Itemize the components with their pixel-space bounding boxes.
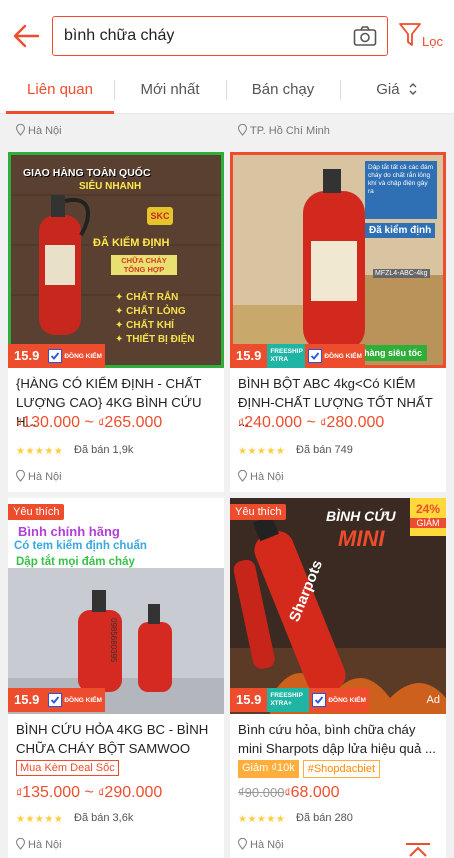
search-query: bình chữa cháy: [64, 27, 175, 44]
promo-badges: 15.9 FREESHIP XTRA+ ĐỒNG KIỂM: [230, 688, 369, 712]
tab-price[interactable]: Giá: [340, 66, 454, 114]
location-label: TP. Hồ Chí Minh: [237, 123, 330, 137]
camera-icon[interactable]: [353, 25, 377, 47]
location-pin-icon: [237, 469, 248, 482]
product-title: BÌNH CỨU HỎA 4KG BC - BÌNH CHỮA CHÁY BỘT…: [16, 722, 209, 756]
sale-badge: 15.9: [230, 344, 268, 368]
sort-arrows-icon: [409, 83, 417, 95]
image-caption-list: ✦ CHẤT RẮN ✦ CHẤT LỎNG ✦ CHẤT KHÍ ✦ THIẾ…: [115, 292, 195, 345]
freeship-badge: FREESHIP XTRA: [267, 344, 306, 368]
product-card[interactable]: Dập tắt tất cả các đám cháy do chất rắn …: [230, 152, 446, 492]
image-caption: hàng siêu tốc: [359, 345, 428, 361]
product-card[interactable]: GIAO HÀNG TOÀN QUỐC SIÊU NHANH SKC ĐÃ KI…: [8, 152, 224, 492]
tab-price-label: Giá: [376, 81, 400, 98]
favorite-badge: Yêu thích: [8, 504, 65, 520]
promo-badges: 15.9 FREESHIP XTRA ĐỒNG KIỂM: [230, 344, 365, 368]
image-caption: Bình chính hãng: [18, 524, 120, 539]
image-caption: Đã kiểm định: [365, 223, 436, 238]
filter-label: Lọc: [422, 34, 443, 49]
filter-button[interactable]: Lọc: [398, 20, 450, 52]
product-image: Dập tắt tất cả các đám cháy do chất rắn …: [230, 152, 446, 368]
sold-count: Đã bán 749: [296, 444, 353, 456]
location-pin-icon: [237, 837, 248, 850]
product-image: Yêu thích Bình chính hãng Có tem kiểm đị…: [8, 498, 224, 714]
check-icon: [48, 693, 63, 707]
verified-badge: ĐỒNG KIỂM: [305, 344, 365, 368]
product-card[interactable]: Yêu thích BÌNH CỨU MINI Sharpots 24% GIẢ…: [230, 498, 446, 858]
product-price: ₫90.000₫68.000: [238, 784, 340, 801]
check-icon: [308, 349, 323, 363]
promo-badges: 15.9 ĐỒNG KIỂM: [8, 344, 105, 368]
ad-label: Ad: [426, 694, 440, 706]
tab-relevance[interactable]: Liên quan: [6, 66, 114, 114]
rating-stars: ★★★★★: [16, 446, 64, 457]
freeship-badge: FREESHIP XTRA+: [267, 688, 310, 712]
location-label: Hà Nội: [237, 469, 284, 483]
location-pin-icon: [15, 469, 26, 482]
shop-tag: #Shopdacbiet: [302, 760, 380, 778]
image-headline: BÌNH CỨU: [326, 508, 396, 524]
location-label: Hà Nội: [15, 837, 62, 851]
image-caption: SIÊU NHANH: [79, 181, 142, 192]
filter-icon: [399, 23, 421, 46]
product-price: ₫130.000 ~ ₫265.000: [16, 414, 163, 431]
tag-row: Giảm ₫10k #Shopdacbiet: [238, 760, 380, 778]
sold-count: Đã bán 1,9k: [74, 444, 134, 456]
deal-tag: Mua Kèm Deal Sốc: [16, 760, 119, 776]
location-label: Hà Nội: [15, 469, 62, 483]
image-caption: CHỮA CHÁY TỔNG HỢP: [111, 255, 177, 275]
active-tab-indicator: [6, 111, 114, 114]
product-card[interactable]: Yêu thích Bình chính hãng Có tem kiểm đị…: [8, 498, 224, 858]
product-image: GIAO HÀNG TOÀN QUỐC SIÊU NHANH SKC ĐÃ KI…: [8, 152, 224, 368]
product-price: ₫240.000 ~ ₫280.000: [238, 414, 385, 431]
rating-stars: ★★★★★: [16, 814, 64, 825]
sale-badge: 15.9: [230, 688, 268, 712]
verified-badge: ĐỒNG KIỂM: [309, 688, 369, 712]
image-caption: Dập tắt mọi đám cháy: [16, 556, 135, 568]
check-icon: [312, 693, 327, 707]
scroll-to-top-icon[interactable]: [404, 842, 432, 858]
location-pin-icon: [15, 123, 26, 136]
check-icon: [48, 349, 63, 363]
favorite-badge: Yêu thích: [230, 504, 287, 520]
product-image: Yêu thích BÌNH CỨU MINI Sharpots 24% GIẢ…: [230, 498, 446, 714]
promo-badges: 15.9 ĐỒNG KIỂM: [8, 688, 105, 712]
product-price: ₫135.000 ~ ₫290.000: [16, 784, 163, 801]
sort-tabs: Liên quan Mới nhất Bán chạy Giá: [0, 66, 454, 114]
location-label: Hà Nội: [237, 837, 284, 851]
tab-newest[interactable]: Mới nhất: [114, 66, 226, 114]
verified-badge: ĐỒNG KIỂM: [45, 344, 105, 368]
image-note: Dập tắt tất cả các đám cháy do chất rắn …: [365, 161, 437, 219]
sold-count: Đã bán 3,6k: [74, 812, 134, 824]
image-caption: GIAO HÀNG TOÀN QUỐC: [23, 167, 151, 179]
sale-badge: 15.9: [8, 688, 46, 712]
location-pin-icon: [237, 123, 248, 136]
verified-badge: ĐỒNG KIỂM: [45, 688, 105, 712]
image-caption: ĐÃ KIỂM ĐỊNH: [93, 237, 170, 249]
tab-best-selling[interactable]: Bán chạy: [226, 66, 340, 114]
image-phone: 0985680395: [109, 618, 118, 663]
discount-badge: 24% GIẢM: [410, 498, 446, 536]
image-caption: Có tem kiểm định chuẩn: [14, 540, 147, 552]
sale-badge: 15.9: [8, 344, 46, 368]
location-label: Hà Nội: [15, 123, 62, 137]
rating-stars: ★★★★★: [238, 446, 286, 457]
rating-stars: ★★★★★: [238, 814, 286, 825]
search-input[interactable]: bình chữa cháy: [52, 16, 388, 56]
voucher-tag: Giảm ₫10k: [238, 760, 299, 778]
product-title: Bình cứu hỏa, bình chữa cháy mini Sharpo…: [238, 722, 436, 756]
image-caption: MFZL4-ABC-4kg: [373, 269, 430, 278]
image-headline: MINI: [338, 526, 385, 551]
seal-badge: SKC: [147, 207, 173, 225]
location-pin-icon: [15, 837, 26, 850]
sold-count: Đã bán 280: [296, 812, 353, 824]
back-arrow-icon[interactable]: [12, 22, 40, 50]
old-price: ₫90.000: [238, 785, 285, 800]
header: bình chữa cháy Lọc: [0, 0, 454, 66]
